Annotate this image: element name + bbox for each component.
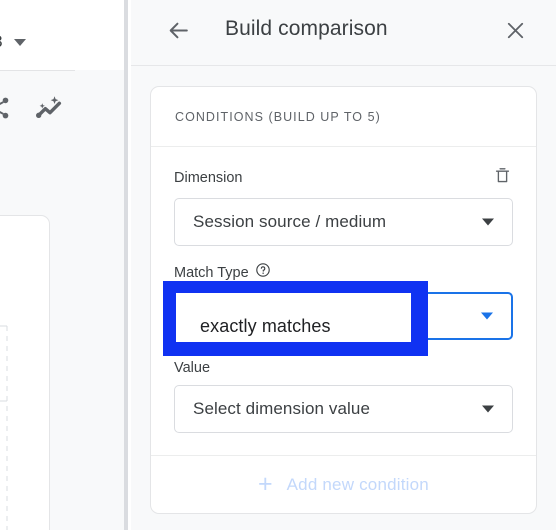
chevron-down-icon [482,218,494,226]
add-new-condition-button[interactable]: + Add new condition [151,455,536,513]
plus-icon: + [258,470,273,498]
help-circle-icon[interactable] [255,262,271,283]
value-select[interactable]: Select dimension value [174,385,513,433]
panel-edge-divider [124,0,128,530]
background-toolbar-icons [0,92,66,124]
date-range-selector[interactable]: 023 [0,32,26,52]
topbar-divider [0,70,75,71]
match-type-label-row: Match Type [174,262,513,283]
conditions-card-header: CONDITIONS (BUILD UP TO 5) [151,87,536,147]
date-range-label: 023 [0,32,3,52]
dimension-select-value: Session source / medium [193,212,387,231]
page-title: Build comparison [225,17,388,40]
panel-header: Build comparison [131,0,556,66]
match-type-field-wrap: exactly matches exactly matches [163,281,513,356]
conditions-heading: CONDITIONS (BUILD UP TO 5) [175,109,381,124]
arrow-back-icon [166,18,191,48]
back-button[interactable] [163,18,193,48]
background-app-area: 023 [0,0,128,530]
share-icon[interactable] [0,95,12,121]
dimension-select[interactable]: Session source / medium [174,198,513,246]
condition-block: Dimension Session source / medium Match … [151,147,536,455]
value-select-value: Select dimension value [193,399,371,418]
trash-icon [493,166,512,190]
chevron-down-icon [13,38,26,46]
dimension-label: Dimension [174,170,243,186]
add-new-condition-label: Add new condition [286,474,429,494]
conditions-card: CONDITIONS (BUILD UP TO 5) Dimension Ses… [150,86,537,514]
screen: 023 [0,0,556,530]
close-icon [504,19,527,47]
panel-body: CONDITIONS (BUILD UP TO 5) Dimension Ses… [131,66,556,531]
close-button[interactable] [500,18,530,48]
chevron-down-icon [482,405,494,413]
build-comparison-panel: Build comparison CONDITIONS (BUILD UP TO… [131,0,556,530]
chevron-down-icon [481,312,493,320]
match-type-highlighted-value: exactly matches [200,316,331,336]
value-label: Value [174,360,211,376]
dimension-label-row: Dimension [174,167,513,189]
insights-icon[interactable] [34,92,66,124]
background-chart-card [0,215,50,530]
delete-condition-button[interactable] [491,167,513,189]
background-chart [0,325,8,530]
match-type-label: Match Type [174,264,249,281]
